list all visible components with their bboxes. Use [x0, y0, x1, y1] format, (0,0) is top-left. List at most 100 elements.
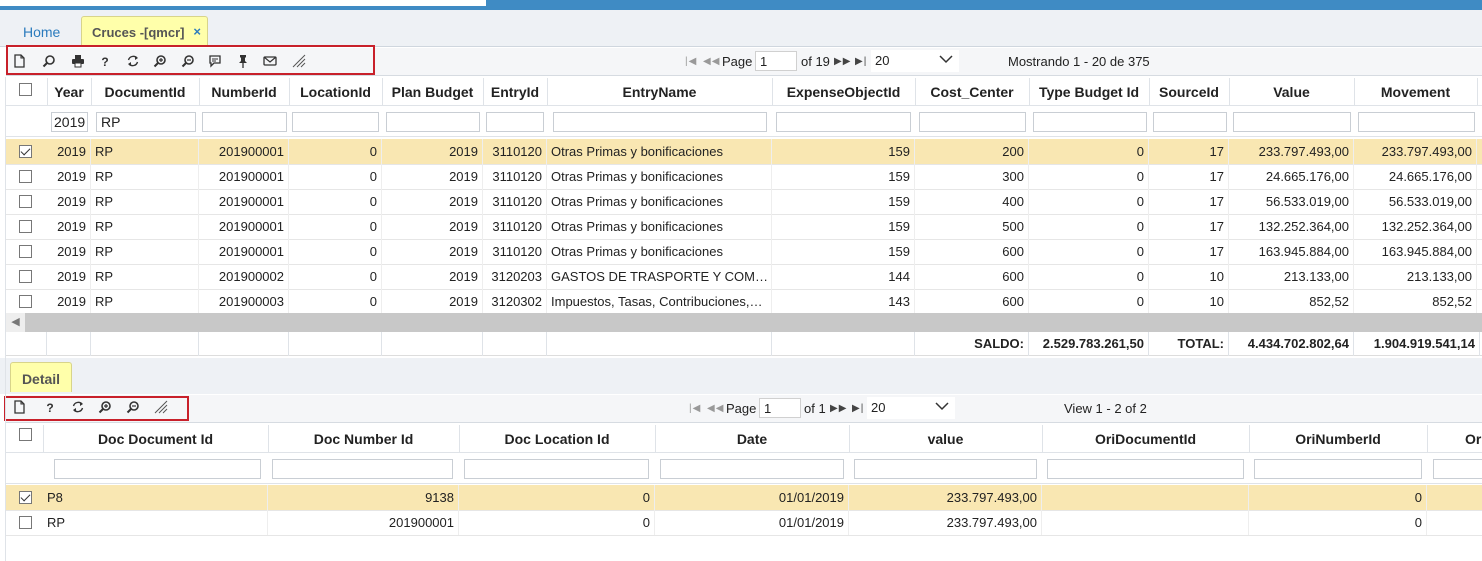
filter-expenseobjectid[interactable] — [776, 112, 911, 132]
col-detail-value[interactable]: value — [849, 425, 1043, 453]
filter-doc-number-id[interactable] — [272, 459, 453, 479]
chevron-down-icon — [939, 53, 953, 68]
new-icon[interactable] — [11, 400, 27, 416]
col-type-budget-id[interactable]: Type Budget Id — [1029, 78, 1150, 106]
row-checkbox[interactable] — [19, 220, 32, 233]
select-all-cell[interactable] — [6, 78, 48, 106]
col-doc-number-id[interactable]: Doc Number Id — [268, 425, 460, 453]
table-row[interactable]: 2019 RP 201900001 0 2019 3110120 Otras Primas … — [6, 239, 1482, 265]
resize-icon[interactable] — [153, 400, 169, 416]
zoom-in-icon[interactable] — [97, 400, 113, 416]
detail-select-all-checkbox[interactable] — [19, 428, 32, 441]
last-page-icon[interactable]: ▶| — [855, 56, 867, 67]
filter-doc-location-id[interactable] — [464, 459, 649, 479]
horizontal-scrollbar[interactable] — [6, 313, 1482, 332]
col-sourceid[interactable]: SourceId — [1149, 78, 1230, 106]
row-checkbox[interactable] — [19, 145, 32, 158]
page-size-select[interactable]: 20 — [871, 50, 959, 72]
filter-type-budget-id[interactable] — [1033, 112, 1147, 132]
filter-plan-budget[interactable] — [386, 112, 480, 132]
first-page-icon[interactable]: |◀ — [685, 56, 697, 67]
detail-page-size-select[interactable]: 20 — [867, 397, 955, 419]
table-row[interactable]: RP 201900001 0 01/01/2019 233.797.493,00 0 — [6, 510, 1482, 536]
row-checkbox[interactable] — [19, 295, 32, 308]
help-icon[interactable]: ? — [97, 54, 113, 70]
col-documentid[interactable]: DocumentId — [91, 78, 200, 106]
last-page-icon[interactable]: ▶| — [852, 403, 864, 414]
pin-icon[interactable] — [235, 54, 251, 70]
col-year[interactable]: Year — [47, 78, 92, 106]
scroll-left-icon[interactable]: ◀ — [6, 313, 25, 332]
filter-sourceid[interactable] — [1153, 112, 1227, 132]
page-input[interactable]: 1 — [755, 51, 797, 71]
refresh-icon[interactable] — [125, 54, 141, 70]
filter-movement[interactable] — [1358, 112, 1475, 132]
table-row[interactable]: 2019 RP 201900001 0 2019 3110120 Otras Primas … — [6, 214, 1482, 240]
filter-doc-document-id[interactable] — [54, 459, 261, 479]
next-page-icon[interactable]: ▶▶ — [830, 403, 847, 414]
print-icon[interactable] — [70, 54, 86, 70]
filter-date[interactable] — [660, 459, 844, 479]
filter-detail-value[interactable] — [854, 459, 1037, 479]
tab-cruces[interactable]: Cruces -[qmcr] × — [81, 16, 208, 47]
new-icon[interactable] — [11, 54, 27, 70]
search-icon[interactable] — [41, 54, 57, 70]
zoom-out-icon[interactable] — [180, 54, 196, 70]
filter-documentid[interactable]: RP — [96, 112, 196, 132]
zoom-out-icon[interactable] — [125, 400, 141, 416]
detail-select-all-cell[interactable] — [6, 425, 44, 453]
tab-close-icon[interactable]: × — [193, 24, 201, 39]
filter-value[interactable] — [1233, 112, 1351, 132]
zoom-in-icon[interactable] — [152, 54, 168, 70]
filter-cost-center[interactable] — [919, 112, 1026, 132]
filter-entryid[interactable] — [486, 112, 544, 132]
comment-icon[interactable] — [207, 54, 223, 70]
col-doc-location-id[interactable]: Doc Location Id — [459, 425, 656, 453]
tab-home[interactable]: Home — [12, 18, 71, 46]
row-checkbox[interactable] — [19, 170, 32, 183]
help-icon[interactable]: ? — [42, 400, 58, 416]
mail-icon[interactable] — [262, 54, 278, 70]
row-checkbox[interactable] — [19, 195, 32, 208]
table-row[interactable]: 2019 RP 201900001 0 2019 3110120 Otras Primas … — [6, 189, 1482, 215]
filter-numberid[interactable] — [202, 112, 287, 132]
resize-icon[interactable] — [291, 54, 307, 70]
col-ori-truncated[interactable]: Or — [1427, 425, 1482, 453]
col-expenseobjectid[interactable]: ExpenseObjectId — [772, 78, 916, 106]
table-row[interactable]: 2019 RP 201900002 0 2019 3120203 GASTOS DE TRA… — [6, 264, 1482, 290]
filter-orinumberid[interactable] — [1254, 459, 1422, 479]
col-oridocumentid[interactable]: OriDocumentId — [1042, 425, 1250, 453]
row-checkbox[interactable] — [19, 516, 32, 529]
col-entryid[interactable]: EntryId — [483, 78, 548, 106]
row-checkbox[interactable] — [19, 270, 32, 283]
prev-page-icon[interactable]: ◀◀ — [703, 56, 720, 67]
next-page-icon[interactable]: ▶▶ — [834, 56, 851, 67]
select-all-checkbox[interactable] — [19, 83, 32, 96]
col-numberid[interactable]: NumberId — [199, 78, 290, 106]
first-page-icon[interactable]: |◀ — [689, 403, 701, 414]
col-plan-budget[interactable]: Plan Budget — [382, 78, 484, 106]
prev-page-icon[interactable]: ◀◀ — [707, 403, 724, 414]
filter-year[interactable]: 2019 — [51, 112, 88, 132]
col-cost-center[interactable]: Cost_Center — [915, 78, 1030, 106]
filter-locationid[interactable] — [292, 112, 379, 132]
row-checkbox[interactable] — [19, 245, 32, 258]
col-date[interactable]: Date — [655, 425, 850, 453]
col-doc-document-id[interactable]: Doc Document Id — [43, 425, 269, 453]
col-locationid[interactable]: LocationId — [289, 78, 383, 106]
detail-page-input[interactable]: 1 — [759, 398, 801, 418]
col-value[interactable]: Value — [1229, 78, 1355, 106]
filter-entryname[interactable] — [553, 112, 767, 132]
filter-ori-truncated[interactable] — [1433, 459, 1482, 479]
row-checkbox[interactable] — [19, 491, 32, 504]
refresh-icon[interactable] — [70, 400, 86, 416]
table-row[interactable]: 2019 RP 201900001 0 2019 3110120 Otras Primas … — [6, 164, 1482, 190]
tab-detail[interactable]: Detail — [10, 362, 72, 392]
table-row[interactable]: 2019 RP 201900001 0 2019 3110120 Otras Primas … — [6, 139, 1482, 165]
col-movement[interactable]: Movement — [1354, 78, 1478, 106]
table-row[interactable]: P8 9138 0 01/01/2019 233.797.493,00 0 — [6, 485, 1482, 511]
table-row[interactable]: 2019 RP 201900003 0 2019 3120302 Impuestos, Ta… — [6, 289, 1482, 315]
col-orinumberid[interactable]: OriNumberId — [1249, 425, 1428, 453]
col-entryname[interactable]: EntryName — [547, 78, 773, 106]
filter-oridocumentid[interactable] — [1047, 459, 1244, 479]
